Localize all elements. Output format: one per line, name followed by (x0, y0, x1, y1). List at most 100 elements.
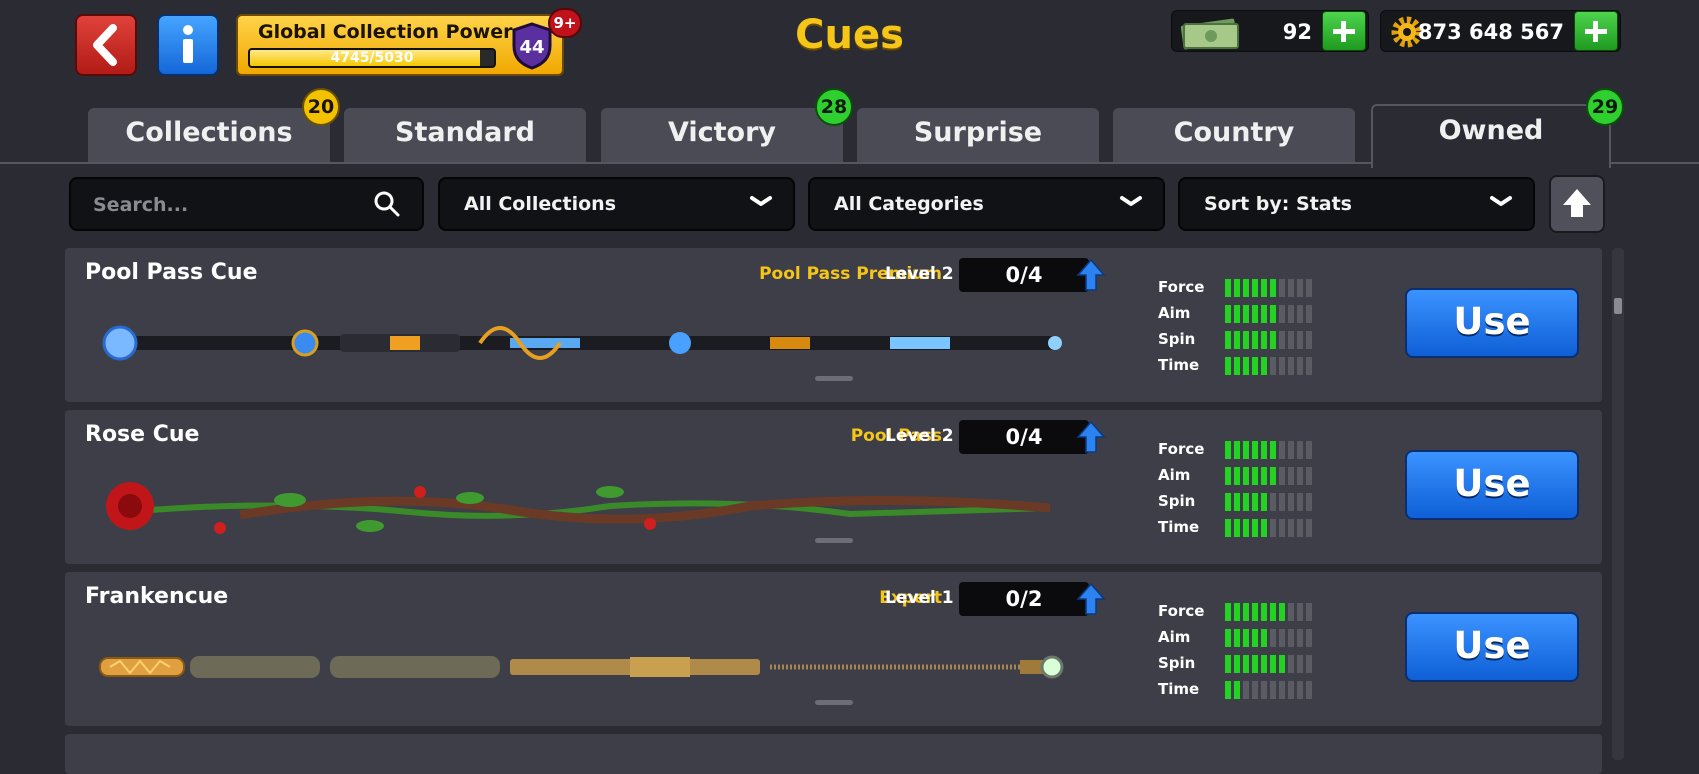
cue-row-rose[interactable]: Rose Cue Pool Pass Level 2 0/4 Force Aim… (65, 410, 1602, 564)
stat-segment (1288, 493, 1294, 511)
upgrade-arrow-icon[interactable] (1076, 258, 1106, 292)
stat-segment (1234, 603, 1240, 621)
stat-segment (1279, 655, 1285, 673)
cue-level: Level 2 (885, 426, 954, 446)
stat-segment (1252, 305, 1258, 323)
categories-dropdown[interactable]: All Categories (808, 177, 1165, 231)
stat-segment (1306, 603, 1312, 621)
stat-label-aim: Aim (1158, 466, 1191, 484)
tab-badge-owned: 29 (1586, 88, 1624, 126)
collections-dropdown[interactable]: All Collections (438, 177, 795, 231)
stat-segment (1279, 441, 1285, 459)
stat-segment (1270, 629, 1276, 647)
stat-segment (1234, 519, 1240, 537)
upgrade-arrow-icon[interactable] (1076, 582, 1106, 616)
stat-bar-spin (1225, 655, 1321, 673)
tab-standard[interactable]: Standard (344, 108, 586, 162)
stat-segment (1297, 305, 1303, 323)
row-drag-handle[interactable] (815, 376, 853, 381)
stat-segment (1288, 681, 1294, 699)
row-drag-handle[interactable] (815, 700, 853, 705)
arrow-up-icon (1563, 189, 1591, 217)
search-input[interactable] (91, 187, 355, 223)
stat-segment (1297, 467, 1303, 485)
stat-bar-spin (1225, 331, 1321, 349)
sort-direction-button[interactable] (1549, 175, 1605, 233)
use-button[interactable]: Use (1405, 450, 1579, 520)
categories-dropdown-value: All Categories (834, 193, 984, 215)
tab-collections[interactable]: Collections (88, 108, 330, 162)
scrollbar[interactable] (1612, 248, 1624, 760)
add-coins-button[interactable] (1574, 11, 1618, 51)
cash-icon (1180, 18, 1239, 50)
stat-segment (1288, 279, 1294, 297)
stat-segment (1306, 305, 1312, 323)
tab-label: Country (1173, 117, 1295, 148)
tab-badge-victory: 28 (815, 88, 853, 126)
cue-name: Rose Cue (85, 422, 200, 447)
tab-surprise[interactable]: Surprise (857, 108, 1099, 162)
stat-label-time: Time (1158, 518, 1200, 536)
stat-segment (1225, 305, 1231, 323)
sort-dropdown[interactable]: Sort by: Stats (1178, 177, 1535, 231)
stat-segment (1270, 305, 1276, 323)
cue-name: Frankencue (85, 584, 229, 609)
stat-segment (1288, 629, 1294, 647)
stat-segment (1234, 331, 1240, 349)
stat-segment (1225, 357, 1231, 375)
tab-country[interactable]: Country (1113, 108, 1355, 162)
stat-segment (1297, 331, 1303, 349)
stat-segment (1243, 493, 1249, 511)
tab-owned[interactable]: Owned (1371, 104, 1611, 168)
stat-segment (1225, 493, 1231, 511)
stat-segment (1234, 467, 1240, 485)
stat-segment (1243, 629, 1249, 647)
row-drag-handle[interactable] (815, 538, 853, 543)
collections-dropdown-value: All Collections (464, 193, 616, 215)
stat-segment (1270, 493, 1276, 511)
stat-segment (1243, 357, 1249, 375)
stat-segment (1270, 467, 1276, 485)
stat-label-aim: Aim (1158, 628, 1191, 646)
stat-segment (1297, 441, 1303, 459)
stat-segment (1234, 681, 1240, 699)
stat-segment (1279, 305, 1285, 323)
stat-segment (1279, 467, 1285, 485)
stat-segment (1306, 279, 1312, 297)
stat-segment (1252, 681, 1258, 699)
pool-pass-cue-image (102, 325, 1062, 361)
stat-segment (1288, 331, 1294, 349)
search-icon[interactable] (372, 189, 402, 219)
use-button[interactable]: Use (1405, 288, 1579, 358)
coins-amount: 873 648 567 (1417, 20, 1564, 44)
stat-segment (1243, 681, 1249, 699)
stat-bar-force (1225, 279, 1321, 297)
stat-segment (1261, 519, 1267, 537)
stat-segment (1270, 603, 1276, 621)
stat-bar-aim (1225, 305, 1321, 323)
cue-row-frankencue[interactable]: Frankencue Expert Level 1 0/2 Force Aim … (65, 572, 1602, 726)
stat-label-time: Time (1158, 356, 1200, 374)
cue-row-partial[interactable] (65, 734, 1602, 774)
stat-segment (1234, 441, 1240, 459)
stat-bar-time (1225, 357, 1321, 375)
cue-upgrade-progress: 0/4 (959, 258, 1089, 292)
tab-label: Owned (1438, 115, 1544, 146)
upgrade-arrow-icon[interactable] (1076, 420, 1106, 454)
scrollbar-thumb[interactable] (1614, 298, 1622, 314)
stat-segment (1279, 519, 1285, 537)
use-button[interactable]: Use (1405, 612, 1579, 682)
stat-segment (1261, 493, 1267, 511)
stat-label-force: Force (1158, 602, 1205, 620)
stat-segment (1279, 331, 1285, 349)
stat-segment (1261, 681, 1267, 699)
stat-segment (1270, 655, 1276, 673)
tab-victory[interactable]: Victory (601, 108, 843, 162)
cue-row-pool-pass[interactable]: Pool Pass Cue Pool Pass Premium Level 2 … (65, 248, 1602, 402)
search-box[interactable] (69, 177, 424, 231)
stat-segment (1288, 467, 1294, 485)
stat-segment (1270, 331, 1276, 349)
stat-label-spin: Spin (1158, 492, 1196, 510)
add-cash-button[interactable] (1322, 11, 1366, 51)
stat-segment (1261, 279, 1267, 297)
